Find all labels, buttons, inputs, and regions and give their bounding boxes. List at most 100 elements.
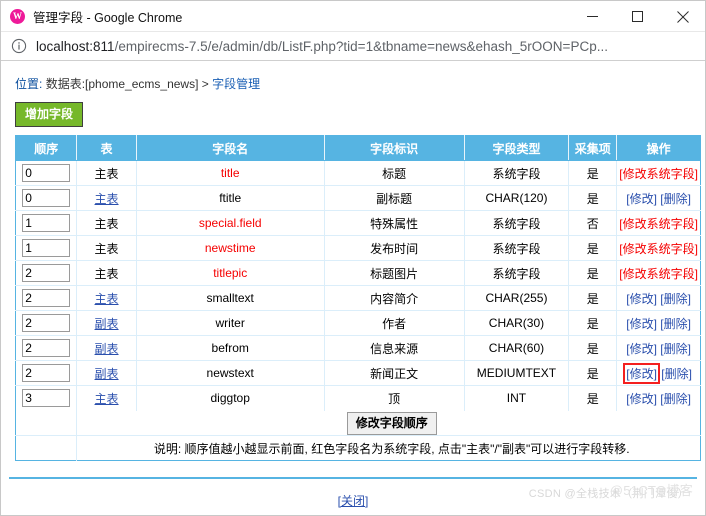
table-row: 副表befrom信息来源CHAR(60)是[修改] [删除] [15, 335, 701, 361]
edit-field-link[interactable]: [修改] [626, 342, 657, 356]
order-button-cell: 修改字段顺序 [76, 410, 701, 436]
cell-order [15, 235, 78, 261]
cell-field-name: ftitle [136, 185, 325, 211]
cell-table: 主表 [76, 185, 137, 211]
maximize-button[interactable] [615, 1, 660, 32]
cell-order [15, 335, 78, 361]
cell-field-name: befrom [136, 335, 325, 361]
cell-field-name: newstime [136, 235, 325, 261]
field-name-text: special.field [198, 216, 262, 230]
order-input[interactable] [22, 364, 71, 382]
cell-operations: [修改] [删除] [617, 386, 701, 411]
table-name-text: 主表 [94, 216, 119, 231]
cell-table: 主表 [76, 235, 137, 261]
cell-order [15, 310, 78, 336]
order-input[interactable] [22, 214, 71, 232]
cell-field-type: CHAR(120) [464, 185, 570, 211]
close-window-button[interactable] [660, 1, 705, 32]
edit-system-field-link[interactable]: [修改系统字段] [619, 217, 698, 231]
table-row: 主表smalltext内容简介CHAR(255)是[修改] [删除] [15, 285, 701, 311]
table-switch-link[interactable]: 副表 [95, 342, 119, 356]
delete-field-link[interactable]: [删除] [660, 317, 691, 331]
order-input[interactable] [22, 289, 71, 307]
cell-field-label: 特殊属性 [324, 210, 465, 236]
cell-table: 主表 [76, 285, 137, 311]
cell-order [15, 385, 78, 411]
order-input[interactable] [22, 164, 71, 182]
cell-field-type: INT [464, 385, 570, 411]
edit-field-link[interactable]: [修改] [626, 317, 657, 331]
delete-field-link[interactable]: [删除] [660, 342, 691, 356]
cell-collect: 是 [568, 235, 618, 261]
cell-table: 主表 [76, 210, 137, 236]
cell-field-type: 系统字段 [464, 160, 570, 186]
cell-field-type: 系统字段 [464, 210, 570, 236]
column-header-collect: 采集项 [568, 135, 618, 161]
cell-field-type: CHAR(255) [464, 285, 570, 311]
cell-table: 主表 [76, 385, 137, 411]
window-controls [570, 1, 705, 32]
field-name-text: newstime [204, 241, 256, 255]
chrome-window: W 管理字段 - Google Chrome localhost:811/emp… [0, 0, 706, 516]
order-input[interactable] [22, 389, 71, 408]
delete-field-link[interactable]: [删除] [660, 192, 691, 206]
cell-table: 主表 [76, 260, 137, 286]
breadcrumb-label: 位置: [15, 77, 43, 91]
favicon-glyph: W [13, 10, 22, 21]
address-bar[interactable]: localhost:811/empirecms-7.5/e/admin/db/L… [1, 32, 705, 61]
cell-operations: [修改] [删除] [616, 360, 701, 386]
table-switch-link[interactable]: 副表 [95, 317, 119, 331]
table-switch-link[interactable]: 副表 [95, 367, 119, 381]
delete-field-link[interactable]: [删除] [660, 292, 691, 306]
cell-table: 副表 [76, 310, 137, 336]
breadcrumb: 位置: 数据表:[phome_ecms_news] > 字段管理 [15, 75, 697, 93]
cell-field-name: diggtop [136, 385, 325, 411]
modify-order-button[interactable]: 修改字段顺序 [346, 412, 437, 436]
edit-field-link[interactable]: [修改] [623, 362, 660, 384]
table-footer: 修改字段顺序 说明: 顺序值越小越显示前面, 红色字段名为系统字段, 点击"主表… [15, 410, 701, 461]
cell-field-label: 新闻正文 [324, 360, 465, 386]
column-header-name: 字段名 [136, 135, 325, 161]
close-page-link[interactable]: [关闭] [338, 494, 369, 508]
cell-field-label: 信息来源 [324, 335, 465, 361]
cell-operations: [修改] [删除] [616, 310, 701, 336]
cell-operations: [修改] [删除] [616, 285, 701, 311]
delete-field-link[interactable]: [删除] [661, 367, 692, 381]
header-row: 顺序 表 字段名 字段标识 字段类型 采集项 操作 [15, 135, 701, 161]
cell-field-label: 副标题 [324, 185, 465, 211]
table-row: 主表 special.field 特殊属性系统字段否[修改系统字段] [15, 210, 701, 236]
table-switch-link[interactable]: 主表 [95, 292, 119, 306]
cell-field-type: MEDIUMTEXT [464, 360, 570, 386]
cell-collect: 是 [568, 185, 618, 211]
site-info-icon[interactable] [11, 38, 27, 54]
cell-order [15, 160, 78, 186]
order-input[interactable] [22, 314, 71, 332]
delete-field-link[interactable]: [删除] [660, 392, 691, 406]
table-switch-link[interactable]: 主表 [95, 392, 119, 406]
bottom-bar: [关闭] CSDN @全栈技术（荆门潭俊） @51CTO博客 [9, 477, 697, 515]
edit-field-link[interactable]: [修改] [626, 292, 657, 306]
cell-collect: 是 [568, 285, 618, 311]
table-switch-link[interactable]: 主表 [95, 192, 119, 206]
cell-order [15, 210, 78, 236]
cell-field-name: titlepic [136, 260, 325, 286]
field-name-text: newstext [206, 366, 254, 380]
edit-system-field-link[interactable]: [修改系统字段] [619, 242, 698, 256]
edit-system-field-link[interactable]: [修改系统字段] [619, 267, 698, 281]
order-input[interactable] [22, 339, 71, 357]
edit-field-link[interactable]: [修改] [626, 392, 657, 406]
order-input[interactable] [22, 189, 71, 207]
fields-table-wrapper: 顺序 表 字段名 字段标识 字段类型 采集项 操作 主表title标题系统字段是… [15, 135, 701, 461]
order-input[interactable] [22, 239, 71, 257]
add-field-button[interactable]: 增加字段 [15, 102, 84, 127]
cell-collect: 是 [568, 385, 618, 411]
edit-system-field-link[interactable]: [修改系统字段] [619, 167, 698, 181]
cell-collect: 是 [568, 260, 618, 286]
order-input[interactable] [22, 264, 71, 282]
edit-field-link[interactable]: [修改] [626, 192, 657, 206]
watermark-51cto: @51CTO博客 [609, 483, 693, 498]
minimize-button[interactable] [570, 1, 615, 32]
url-text[interactable]: localhost:811/empirecms-7.5/e/admin/db/L… [36, 39, 608, 54]
cell-table: 副表 [76, 360, 137, 386]
field-name-text: diggtop [210, 391, 250, 406]
